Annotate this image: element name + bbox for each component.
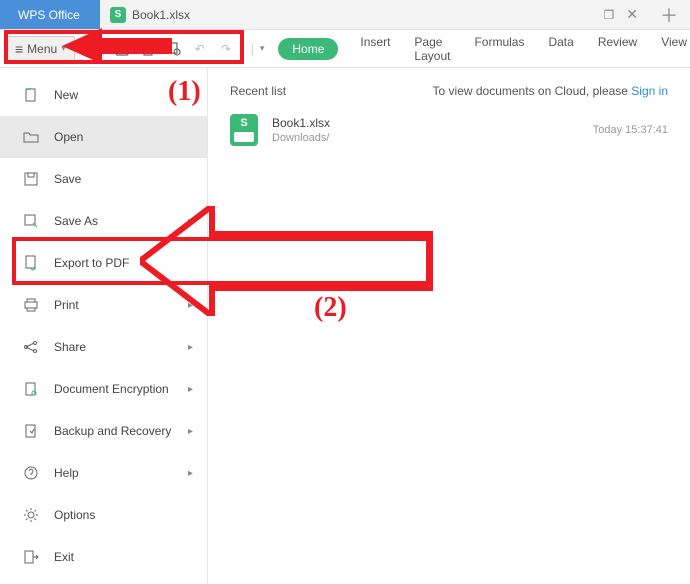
menu-open[interactable]: Open [0, 116, 207, 158]
menu-button[interactable]: Menu ▾ [6, 36, 75, 62]
sign-in-link[interactable]: Sign in [631, 84, 668, 98]
restore-icon[interactable]: ❐ [604, 8, 615, 22]
menu-backup[interactable]: Backup and Recovery ▸ [0, 410, 207, 452]
exit-icon [22, 548, 40, 566]
chevron-right-icon: ▸ [188, 216, 193, 227]
menu-help[interactable]: Help ▸ [0, 452, 207, 494]
menu-exit[interactable]: Exit [0, 536, 207, 578]
chevron-down-icon: ▾ [61, 43, 66, 54]
menu-export-pdf[interactable]: Export to PDF [0, 242, 207, 284]
tab-data[interactable]: Data [548, 35, 573, 63]
save-icon[interactable] [113, 40, 131, 58]
tab-formulas[interactable]: Formulas [474, 35, 524, 63]
share-icon [22, 338, 40, 356]
tab-home[interactable]: Home [278, 38, 338, 60]
gear-icon [22, 506, 40, 524]
menu-label: Exit [54, 550, 193, 564]
recent-list-heading: Recent list [230, 84, 286, 98]
cloud-prompt-text: To view documents on Cloud, please [433, 84, 632, 98]
save-icon [22, 170, 40, 188]
menu-label: Backup and Recovery [54, 424, 174, 438]
tab-view[interactable]: View [661, 35, 687, 63]
chevron-right-icon: ▸ [188, 426, 193, 437]
cloud-prompt: To view documents on Cloud, please Sign … [433, 84, 668, 98]
app-title: WPS Office [0, 0, 100, 29]
recent-document-item[interactable]: Book1.xlsx Downloads/ Today 15:37:41 [230, 114, 668, 146]
recent-file-path: Downloads/ [272, 132, 330, 144]
file-menu-sidebar: New Open Save Save As ▸ Export to PDF Pr… [0, 68, 208, 584]
undo-icon[interactable]: ↶ [191, 40, 209, 58]
menu-new[interactable]: New [0, 74, 207, 116]
menu-save-as[interactable]: Save As ▸ [0, 200, 207, 242]
save-as-icon [22, 212, 40, 230]
print-icon [22, 296, 40, 314]
document-tab[interactable]: S Book1.xlsx [100, 0, 200, 29]
menu-label: Options [54, 508, 193, 522]
spreadsheet-icon: S [110, 7, 126, 23]
recent-file-name: Book1.xlsx [272, 116, 330, 130]
tab-label: Book1.xlsx [132, 8, 190, 22]
menu-label: Open [54, 130, 193, 144]
redo-icon[interactable]: ↷ [217, 40, 235, 58]
menu-share[interactable]: Share ▸ [0, 326, 207, 368]
menu-options[interactable]: Options [0, 494, 207, 536]
new-tab-button[interactable]: ＋ [648, 0, 690, 29]
recent-file-time: Today 15:37:41 [593, 124, 668, 136]
menu-label: New [54, 88, 193, 102]
menu-label: Document Encryption [54, 382, 174, 396]
tab-review[interactable]: Review [598, 35, 637, 63]
chevron-right-icon: ▸ [188, 384, 193, 395]
hamburger-icon [15, 41, 23, 57]
help-icon [22, 464, 40, 482]
pdf-icon [22, 254, 40, 272]
lock-icon [22, 380, 40, 398]
menu-save[interactable]: Save [0, 158, 207, 200]
menu-label: Help [54, 466, 174, 480]
backup-icon [22, 422, 40, 440]
toolbar-dropdown-icon[interactable]: ▾ [260, 43, 265, 54]
open-icon [22, 128, 40, 146]
menu-label: Share [54, 340, 174, 354]
close-tab-icon[interactable]: ✕ [626, 6, 638, 23]
menu-label: Save [54, 172, 193, 186]
tab-insert[interactable]: Insert [360, 35, 390, 63]
spreadsheet-file-icon [230, 114, 258, 146]
chevron-right-icon: ▸ [188, 468, 193, 479]
menu-label: Print [54, 298, 174, 312]
print-icon[interactable] [139, 40, 157, 58]
chevron-right-icon: ▸ [188, 300, 193, 311]
menu-label: Export to PDF [54, 256, 193, 270]
chevron-right-icon: ▸ [188, 342, 193, 353]
menu-encryption[interactable]: Document Encryption ▸ [0, 368, 207, 410]
print-preview-icon[interactable] [165, 40, 183, 58]
menu-button-label: Menu [27, 42, 57, 56]
menu-print[interactable]: Print ▸ [0, 284, 207, 326]
home-folder-icon[interactable] [87, 40, 105, 58]
new-icon [22, 86, 40, 104]
tab-page-layout[interactable]: Page Layout [414, 35, 450, 63]
menu-label: Save As [54, 214, 174, 228]
